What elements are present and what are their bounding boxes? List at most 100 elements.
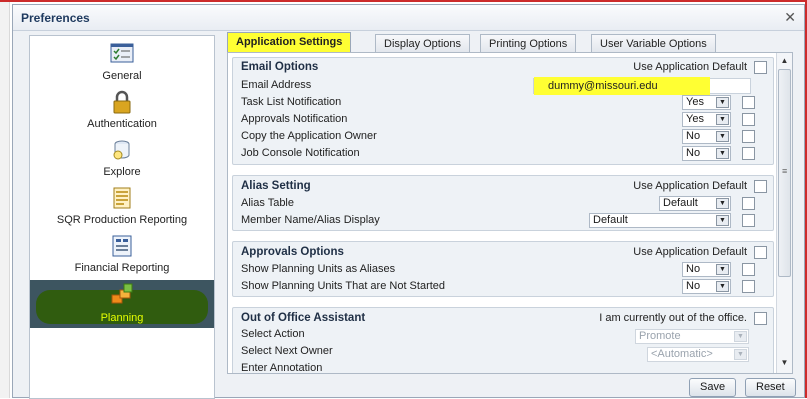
grip-icon: ≡: [782, 166, 788, 176]
out-of-office-checkbox[interactable]: [754, 312, 767, 325]
job-console-notification-checkbox[interactable]: [742, 147, 755, 160]
approvals-options-title: Approvals Options: [241, 246, 344, 258]
job-console-notification-value: No: [686, 147, 701, 159]
task-list-notification-value: Yes: [686, 96, 704, 108]
settings-content: Email Options Use Application Default Em…: [227, 52, 793, 374]
email-address-label: Email Address: [241, 79, 312, 91]
copy-application-owner-select[interactable]: No ▼: [682, 129, 731, 144]
show-planning-units-not-started-value: No: [686, 280, 701, 292]
planning-icon: [111, 283, 133, 304]
nav-label-general: General: [102, 70, 142, 82]
chevron-down-icon[interactable]: ▼: [716, 264, 729, 275]
email-options-section: Email Options Use Application Default Em…: [232, 57, 774, 165]
show-planning-units-not-started-checkbox[interactable]: [742, 280, 755, 293]
chevron-down-icon[interactable]: ▼: [716, 198, 729, 209]
scrollbar-thumb[interactable]: ≡: [778, 69, 791, 277]
chevron-down-icon[interactable]: ▼: [734, 331, 747, 342]
job-console-notification-select[interactable]: No ▼: [682, 146, 731, 161]
out-of-office-title: Out of Office Assistant: [241, 312, 366, 324]
dialog-title: Preferences: [21, 11, 90, 25]
scroll-up-icon[interactable]: ▲: [779, 55, 790, 67]
show-planning-units-aliases-value: No: [686, 263, 701, 275]
show-planning-units-not-started-label: Show Planning Units That are Not Started: [241, 280, 446, 292]
alias-table-select[interactable]: Default ▼: [659, 196, 731, 211]
general-settings-icon: [110, 43, 134, 63]
approvals-notification-checkbox[interactable]: [742, 113, 755, 126]
select-next-owner-label: Select Next Owner: [241, 345, 333, 357]
out-of-office-status-label: I am currently out of the office.: [599, 312, 747, 324]
lock-icon: [113, 90, 131, 114]
preferences-dialog: Preferences ✕ General Authentication Exp…: [12, 4, 805, 399]
chevron-down-icon[interactable]: ▼: [716, 148, 729, 159]
background-window-border: [0, 0, 807, 2]
copy-application-owner-checkbox[interactable]: [742, 130, 755, 143]
approvals-notification-select[interactable]: Yes ▼: [682, 112, 731, 127]
nav-label-explore: Explore: [103, 166, 141, 178]
tab-application-settings[interactable]: Application Settings: [227, 32, 352, 53]
email-options-title: Email Options: [241, 61, 319, 73]
chevron-down-icon[interactable]: ▼: [716, 215, 729, 226]
chevron-down-icon[interactable]: ▼: [716, 114, 729, 125]
out-of-office-section: Out of Office Assistant I am currently o…: [232, 307, 774, 374]
job-console-notification-label: Job Console Notification: [241, 147, 360, 159]
save-button[interactable]: Save: [689, 378, 737, 397]
chevron-down-icon[interactable]: ▼: [716, 97, 729, 108]
select-action-value: Promote: [639, 330, 681, 342]
select-next-owner-value: <Automatic>: [651, 348, 713, 360]
member-name-alias-display-label: Member Name/Alias Display: [241, 214, 380, 226]
member-name-alias-display-select[interactable]: Default ▼: [589, 213, 731, 228]
nav-item-sqr-production-reporting[interactable]: SQR Production Reporting: [30, 182, 214, 230]
scroll-down-icon[interactable]: ▼: [779, 357, 790, 369]
nav-item-general[interactable]: General: [30, 38, 214, 86]
nav-item-financial-reporting[interactable]: Financial Reporting: [30, 230, 214, 278]
select-action-label: Select Action: [241, 328, 305, 340]
email-use-default-checkbox[interactable]: [754, 61, 767, 74]
approvals-notification-label: Approvals Notification: [241, 113, 348, 125]
tab-display-options[interactable]: Display Options: [375, 34, 471, 53]
show-planning-units-aliases-select[interactable]: No ▼: [682, 262, 731, 277]
show-planning-units-not-started-select[interactable]: No ▼: [682, 279, 731, 294]
tab-user-variable-options[interactable]: User Variable Options: [591, 34, 716, 53]
nav-item-planning[interactable]: Planning: [30, 280, 214, 328]
alias-use-default-checkbox[interactable]: [754, 180, 767, 193]
approvals-use-default-checkbox[interactable]: [754, 246, 767, 259]
approvals-notification-value: Yes: [686, 113, 704, 125]
alias-table-checkbox[interactable]: [742, 197, 755, 210]
select-next-owner-select[interactable]: <Automatic> ▼: [647, 347, 749, 362]
alias-use-default-label: Use Application Default: [633, 180, 747, 192]
member-name-alias-display-checkbox[interactable]: [742, 214, 755, 227]
settings-scrollbar[interactable]: ▲ ≡ ▼: [776, 53, 792, 373]
alias-table-label: Alias Table: [241, 197, 294, 209]
approvals-options-section: Approvals Options Use Application Defaul…: [232, 241, 774, 297]
email-use-default-label: Use Application Default: [633, 61, 747, 73]
chevron-down-icon[interactable]: ▼: [716, 281, 729, 292]
explore-icon: [113, 140, 130, 160]
task-list-notification-select[interactable]: Yes ▼: [682, 95, 731, 110]
alias-setting-title: Alias Setting: [241, 180, 311, 192]
show-planning-units-aliases-label: Show Planning Units as Aliases: [241, 263, 396, 275]
chevron-down-icon[interactable]: ▼: [716, 131, 729, 142]
member-name-alias-display-value: Default: [593, 214, 628, 226]
nav-label-planning: Planning: [100, 312, 144, 324]
email-address-field[interactable]: dummy@missouri.edu: [533, 77, 751, 95]
task-list-notification-checkbox[interactable]: [742, 96, 755, 109]
title-bar: Preferences ✕: [13, 5, 804, 31]
email-address-value: dummy@missouri.edu: [548, 80, 658, 92]
close-icon[interactable]: ✕: [784, 9, 796, 26]
preferences-nav: General Authentication Explore SQR Produ…: [29, 35, 215, 399]
alias-setting-section: Alias Setting Use Application Default Al…: [232, 175, 774, 231]
copy-application-owner-value: No: [686, 130, 701, 142]
nav-item-authentication[interactable]: Authentication: [30, 86, 214, 134]
financial-report-icon: [112, 235, 132, 257]
tab-printing-options[interactable]: Printing Options: [480, 34, 577, 53]
sqr-report-icon: [113, 187, 131, 209]
enter-annotation-label: Enter Annotation: [241, 362, 323, 374]
show-planning-units-aliases-checkbox[interactable]: [742, 263, 755, 276]
task-list-notification-label: Task List Notification: [241, 96, 342, 108]
nav-item-explore[interactable]: Explore: [30, 134, 214, 182]
chevron-down-icon[interactable]: ▼: [734, 349, 747, 360]
nav-label-financial-reporting: Financial Reporting: [74, 262, 170, 274]
select-action-select[interactable]: Promote ▼: [635, 329, 749, 344]
reset-button[interactable]: Reset: [745, 378, 796, 397]
approvals-use-default-label: Use Application Default: [633, 246, 747, 258]
